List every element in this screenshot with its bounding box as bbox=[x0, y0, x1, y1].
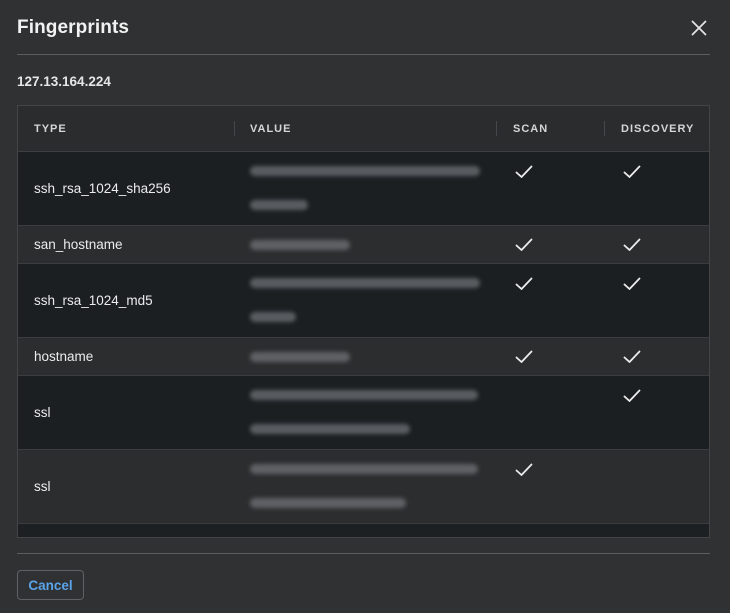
header-divider bbox=[17, 54, 710, 55]
scan-checkmark-icon bbox=[515, 238, 533, 251]
redacted-value bbox=[250, 424, 410, 434]
table-row[interactable]: san_hostname bbox=[18, 226, 709, 264]
cancel-button[interactable]: Cancel bbox=[17, 570, 84, 600]
redacted-value bbox=[250, 352, 350, 362]
fingerprint-type: hostname bbox=[34, 349, 94, 364]
close-icon bbox=[691, 20, 707, 36]
column-header-type[interactable]: TYPE bbox=[34, 106, 67, 152]
redacted-value bbox=[250, 166, 480, 176]
column-header-scan[interactable]: SCAN bbox=[513, 106, 548, 152]
discovery-checkmark-icon bbox=[623, 277, 641, 290]
redacted-value bbox=[250, 240, 350, 250]
table-row[interactable]: ssh_rsa_1024_sha256 bbox=[18, 152, 709, 226]
column-divider bbox=[496, 121, 497, 136]
scan-checkmark-icon bbox=[515, 350, 533, 363]
column-header-discovery[interactable]: DISCOVERY bbox=[621, 106, 694, 152]
redacted-value bbox=[250, 200, 308, 210]
column-divider bbox=[234, 121, 235, 136]
fingerprint-type: ssh_rsa_1024_sha256 bbox=[34, 181, 171, 196]
column-divider bbox=[604, 121, 605, 136]
table-row[interactable]: hostname bbox=[18, 338, 709, 376]
redacted-value bbox=[250, 390, 478, 400]
fingerprints-table: TYPE VALUE SCAN DISCOVERY ssh_rsa_1024_s… bbox=[17, 105, 710, 538]
fingerprint-type: ssl bbox=[34, 405, 51, 420]
table-row[interactable]: ssl bbox=[18, 450, 709, 524]
fingerprints-dialog: Fingerprints 127.13.164.224 TYPE VALUE S… bbox=[0, 0, 730, 613]
column-header-value[interactable]: VALUE bbox=[250, 106, 291, 152]
scan-checkmark-icon bbox=[515, 463, 533, 476]
scan-checkmark-icon bbox=[515, 277, 533, 290]
table-row[interactable]: ssh_rsa_1024_md5 bbox=[18, 264, 709, 338]
host-ip-label: 127.13.164.224 bbox=[17, 74, 111, 89]
fingerprint-type: ssl bbox=[34, 479, 51, 494]
fingerprint-type: san_hostname bbox=[34, 237, 123, 252]
discovery-checkmark-icon bbox=[623, 350, 641, 363]
discovery-checkmark-icon bbox=[623, 238, 641, 251]
table-header: TYPE VALUE SCAN DISCOVERY bbox=[18, 106, 709, 152]
redacted-value bbox=[250, 312, 296, 322]
discovery-checkmark-icon bbox=[623, 389, 641, 402]
redacted-value bbox=[250, 464, 478, 474]
fingerprint-type: ssh_rsa_1024_md5 bbox=[34, 293, 153, 308]
table-row[interactable]: ssl bbox=[18, 376, 709, 450]
redacted-value bbox=[250, 498, 406, 508]
close-button[interactable] bbox=[688, 17, 710, 39]
footer-divider bbox=[17, 553, 710, 554]
scan-checkmark-icon bbox=[515, 165, 533, 178]
discovery-checkmark-icon bbox=[623, 165, 641, 178]
redacted-value bbox=[250, 278, 480, 288]
dialog-title: Fingerprints bbox=[17, 17, 130, 38]
